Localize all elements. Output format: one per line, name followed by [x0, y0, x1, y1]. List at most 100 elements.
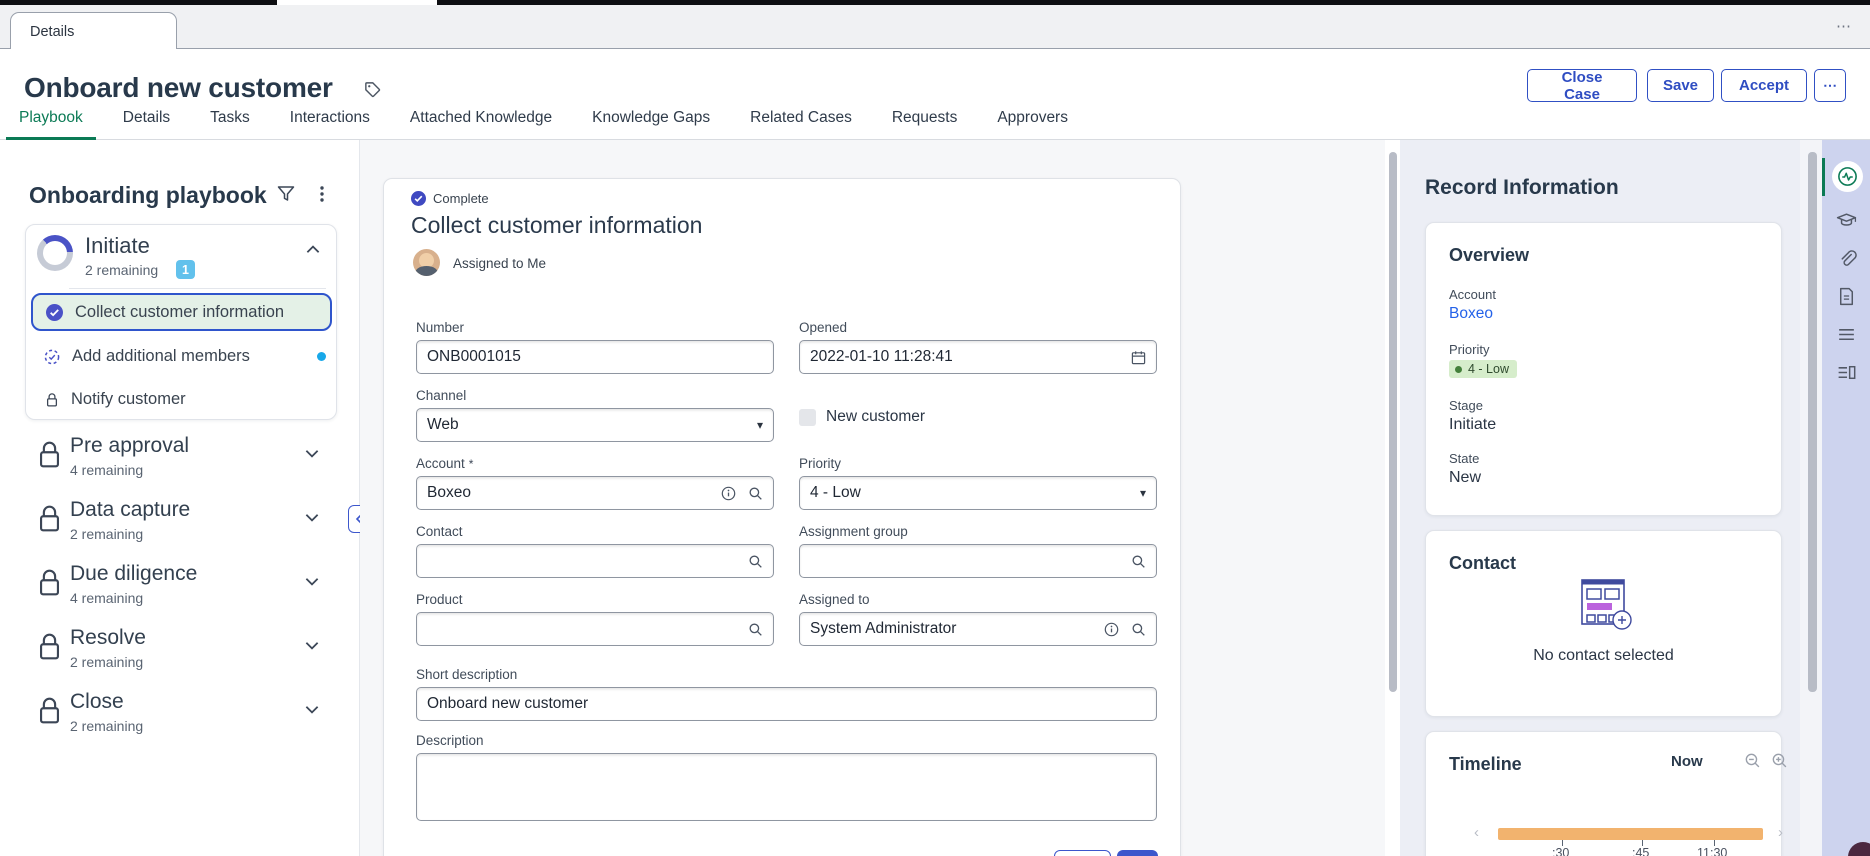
account-label: Account	[1449, 287, 1496, 302]
accept-button[interactable]: Accept	[1721, 69, 1807, 102]
tick-label: :30	[1552, 846, 1570, 856]
chevron-up-icon[interactable]	[304, 241, 322, 259]
list-icon[interactable]	[1836, 324, 1857, 345]
tab-knowledge-gaps[interactable]: Knowledge Gaps	[579, 109, 723, 139]
tab-attached-knowledge[interactable]: Attached Knowledge	[397, 109, 565, 139]
task-notify-customer[interactable]: Notify customer	[45, 390, 335, 409]
timeline-now-label: Now	[1671, 753, 1703, 770]
stage-name[interactable]: Initiate	[85, 233, 150, 259]
center-scrollbar[interactable]	[1389, 152, 1397, 692]
task-form-card: Complete Collect customer information As…	[383, 178, 1181, 856]
form-footer-secondary-button[interactable]	[1054, 850, 1111, 856]
zoom-in-icon[interactable]	[1771, 752, 1788, 769]
task-label: Notify customer	[71, 390, 186, 408]
close-case-button[interactable]: Close Case	[1527, 69, 1637, 103]
tab-interactions[interactable]: Interactions	[277, 109, 383, 139]
lock-icon	[36, 567, 63, 603]
description-textarea[interactable]	[416, 753, 1157, 821]
stage-due-diligence[interactable]: Due diligence 4 remaining	[0, 560, 360, 616]
search-icon[interactable]	[748, 486, 763, 501]
product-input[interactable]	[427, 620, 748, 638]
save-button[interactable]: Save	[1647, 69, 1714, 102]
tab-related-cases[interactable]: Related Cases	[737, 109, 865, 139]
info-icon[interactable]	[1104, 622, 1119, 637]
side-panel-list-icon[interactable]	[1836, 362, 1857, 383]
stage-data-capture[interactable]: Data capture 2 remaining	[0, 496, 360, 552]
priority-select[interactable]: 4 - Low ▾	[799, 476, 1157, 510]
chevron-down-icon[interactable]	[303, 508, 321, 531]
no-contact-text: No contact selected	[1533, 647, 1674, 664]
more-actions-button[interactable]: ⋯	[1814, 69, 1846, 102]
tab-approvers[interactable]: Approvers	[984, 109, 1081, 139]
playbook-panel: Onboarding playbook Initiate 2 remaining…	[0, 140, 360, 856]
tab-requests[interactable]: Requests	[879, 109, 970, 139]
avatar[interactable]	[413, 249, 440, 276]
timeline-prev-icon[interactable]: ‹	[1474, 824, 1479, 841]
divider	[69, 288, 326, 289]
stage-name: Due diligence	[70, 562, 198, 585]
short-description-input[interactable]	[427, 695, 1146, 713]
opened-field: Opened	[799, 320, 1157, 374]
channel-select[interactable]: Web ▾	[416, 408, 774, 442]
graduation-cap-icon[interactable]	[1836, 210, 1857, 231]
stage-resolve[interactable]: Resolve 2 remaining	[0, 624, 360, 680]
workspace-tab-label: Details	[30, 23, 75, 40]
search-icon[interactable]	[1131, 622, 1146, 637]
account-field: Account *	[416, 456, 774, 510]
workspace-tab-details[interactable]: Details	[10, 12, 177, 50]
zoom-out-icon[interactable]	[1744, 752, 1761, 769]
new-customer-checkbox[interactable]	[799, 408, 816, 426]
search-icon[interactable]	[748, 554, 763, 569]
opened-input[interactable]	[810, 348, 1131, 366]
stage-remaining: 4 remaining	[70, 590, 144, 606]
search-icon[interactable]	[1131, 554, 1146, 569]
account-link[interactable]: Boxeo	[1449, 305, 1493, 323]
priority-dot	[1455, 365, 1462, 373]
calendar-icon[interactable]	[1131, 350, 1146, 365]
document-icon[interactable]	[1836, 286, 1857, 307]
info-icon[interactable]	[721, 486, 736, 501]
checkbox-label: New customer	[826, 408, 926, 425]
product-field: Product	[416, 592, 774, 646]
task-form-title: Collect customer information	[411, 212, 703, 238]
stage-name: Data capture	[70, 498, 191, 521]
record-panel-scrollbar[interactable]	[1808, 152, 1817, 692]
tab-strip-overflow-icon[interactable]: ⋯	[1836, 17, 1852, 35]
task-add-additional-members[interactable]: Add additional members	[44, 347, 334, 366]
timeline-next-icon[interactable]: ›	[1778, 824, 1783, 841]
overview-card: Overview Account Boxeo Priority 4 - Low …	[1425, 222, 1782, 516]
chevron-down-icon[interactable]	[303, 572, 321, 595]
chevron-down-icon[interactable]	[303, 700, 321, 723]
kebab-menu-icon[interactable]	[312, 184, 332, 204]
contact-input[interactable]	[427, 552, 748, 570]
assigned-to-input[interactable]	[810, 620, 1104, 638]
tag-icon[interactable]	[363, 80, 382, 99]
chevron-down-icon[interactable]	[303, 636, 321, 659]
tab-details[interactable]: Details	[110, 109, 183, 139]
stage-name: Pre approval	[70, 434, 190, 457]
form-footer-primary-button[interactable]	[1117, 850, 1158, 856]
stage-card-initiate: Initiate 2 remaining 1 Collect customer …	[25, 224, 337, 420]
channel-field: Channel Web ▾	[416, 388, 774, 442]
overview-title: Overview	[1449, 245, 1530, 265]
stage-pre-approval[interactable]: Pre approval 4 remaining	[0, 432, 360, 488]
priority-label: Priority	[1449, 342, 1490, 357]
contact-title: Contact	[1449, 553, 1516, 573]
assignment-group-input[interactable]	[810, 552, 1131, 570]
side-icon-rail	[1822, 140, 1870, 856]
task-collect-customer-information[interactable]: Collect customer information	[31, 293, 332, 331]
tab-playbook[interactable]: Playbook	[6, 109, 96, 140]
stage-close[interactable]: Close 2 remaining	[0, 688, 360, 744]
paperclip-icon[interactable]	[1836, 248, 1857, 269]
search-icon[interactable]	[748, 622, 763, 637]
timeline-band[interactable]	[1498, 828, 1763, 840]
number-input[interactable]	[427, 348, 763, 366]
filter-icon[interactable]	[276, 184, 296, 204]
account-input[interactable]	[427, 484, 721, 502]
tab-tasks[interactable]: Tasks	[197, 109, 263, 139]
activity-icon[interactable]	[1832, 161, 1863, 192]
field-label: Short description	[416, 667, 518, 682]
center-content: Complete Collect customer information As…	[360, 140, 1385, 856]
chevron-down-icon[interactable]	[303, 444, 321, 467]
state-label: State	[1449, 451, 1480, 466]
